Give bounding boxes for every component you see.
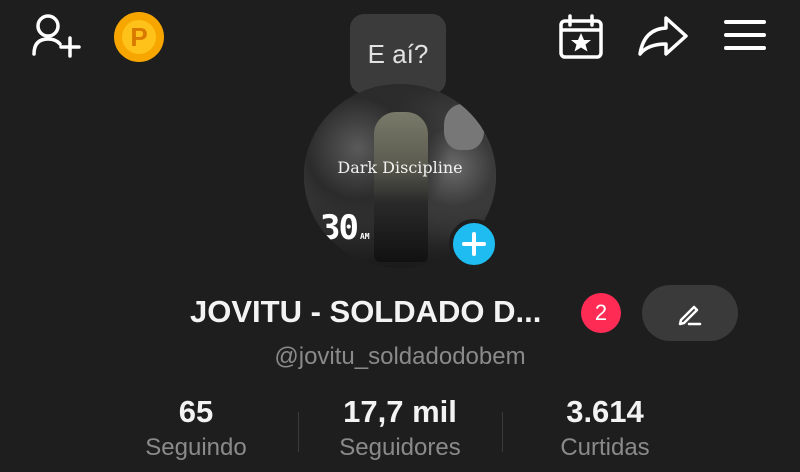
profile-handle[interactable]: @jovitu_soldadodobem (0, 343, 800, 371)
stat-followers-label: Seguidores (339, 434, 461, 461)
avatar-clock-digits: 30 (320, 208, 359, 248)
stat-likes[interactable]: 3.614 Curtidas (540, 394, 670, 462)
plus-icon (462, 232, 486, 256)
stat-likes-label: Curtidas (560, 434, 650, 461)
profile-stats: 65 Seguindo 17,7 mil Seguidores 3.614 Cu… (0, 394, 800, 472)
coin-letter: P (122, 20, 156, 54)
avatar-figure (374, 112, 428, 262)
pencil-icon (678, 305, 702, 326)
stat-followers[interactable]: 17,7 mil Seguidores (320, 394, 480, 462)
menu-icon[interactable] (722, 14, 768, 56)
stat-likes-value: 3.614 (566, 394, 644, 429)
stat-followers-value: 17,7 mil (343, 394, 457, 429)
add-story-button[interactable] (449, 219, 499, 269)
stat-divider (298, 412, 299, 452)
profile-name[interactable]: JOVITU - SOLDADO D... (190, 294, 541, 330)
avatar-face (444, 104, 484, 150)
notification-badge[interactable]: 2 (581, 293, 621, 333)
avatar-clock: 30 AM (320, 208, 370, 248)
coin-icon[interactable]: P (114, 12, 164, 62)
stat-following[interactable]: 65 Seguindo (136, 394, 256, 462)
share-icon[interactable] (636, 14, 690, 58)
add-friend-icon[interactable] (30, 12, 82, 60)
stat-divider (502, 412, 503, 452)
stat-following-label: Seguindo (145, 434, 247, 461)
avatar-clock-suffix: AM (359, 232, 370, 241)
calendar-star-icon[interactable] (556, 12, 606, 62)
status-bubble-text: E aí? (367, 38, 429, 69)
edit-profile-button[interactable] (642, 285, 738, 341)
avatar-overlay-text: Dark Discipline (337, 158, 463, 177)
stat-following-value: 65 (178, 394, 214, 429)
status-bubble[interactable]: E aí? (350, 14, 446, 106)
